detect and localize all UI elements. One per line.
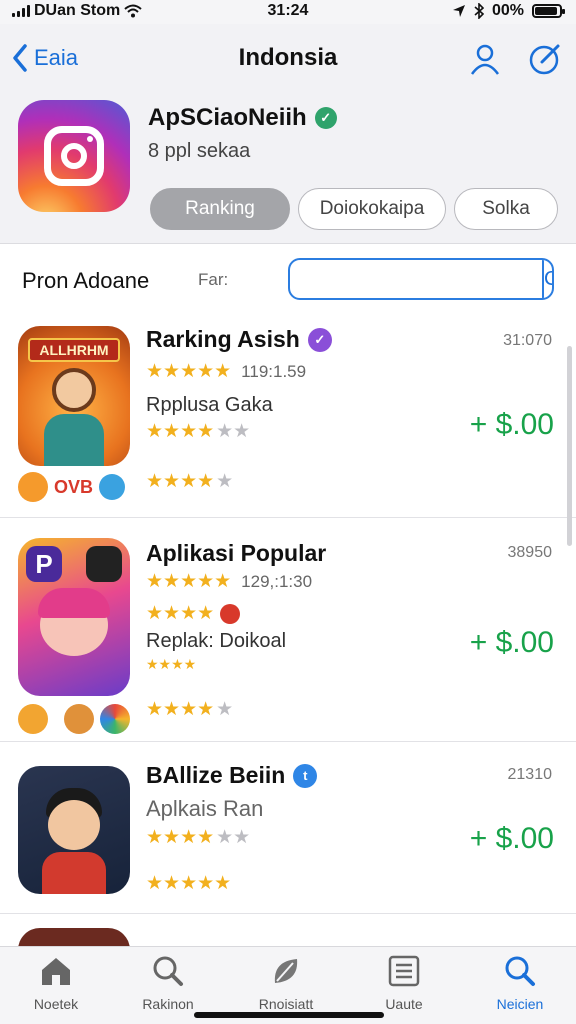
item-count: 21310 [507,766,553,783]
app-store-screen: DUan Stom 31:24 00% Eaia Indonsia ApSCia… [0,0,576,1024]
item-count: 38950 [507,544,553,561]
search-icon [505,956,535,986]
rating-stars: ★★★★ [146,656,197,672]
tab-label: Rakinon [142,996,194,1012]
verified-icon: ✓ [314,107,337,129]
filter-bar: Pron Adoane Far: Caпаmvlп [0,258,576,302]
rating-stars: ★★★★ [146,602,241,625]
rating-stars: ★★★★★ [146,699,234,720]
home-icon [42,958,70,985]
tab-doiokokaipa[interactable]: Doiokokaipa [298,188,446,230]
emoji-icon [100,704,130,734]
profile-icon[interactable] [468,42,502,76]
item-subtitle: Aplkais Ran [146,796,264,821]
tab-ranking[interactable]: Ranking [150,188,290,230]
item-title-text: Rarking Asish [146,326,300,352]
segment-tabs: Ranking Doiokokaipa Solka [150,188,558,230]
tab-label: Neicien [496,996,544,1012]
bluetooth-icon [474,3,484,19]
filter-input[interactable] [290,260,542,298]
list-item[interactable]: ALLHRHM OVB Rarking Asish ✓ 31:070 ★★★★★… [0,316,576,518]
emoji-row: OVB [18,472,126,502]
emoji-icon [18,704,48,734]
tab-label: Rnoisiatt [258,996,314,1012]
leaf-icon [274,959,298,983]
battery-percent: 00% [491,2,524,19]
item-subtitle: Replak: Doikoal [146,630,287,652]
verified-icon: ✓ [307,327,332,352]
compose-icon[interactable] [528,42,562,76]
app-header: Eaia Indonsia ApSCiaoNeiih ✓ 8 ppl sekaa… [0,24,576,244]
filter-label: Far: [198,270,229,289]
get-button[interactable]: + $.00 [470,626,554,660]
item-count: 31:070 [503,332,552,349]
grid-icon [388,955,420,987]
item-subtitle: Rpplusa Gaka [146,394,273,416]
tab-label: Noetek [33,996,79,1012]
tab-noetek[interactable]: Noetek [6,955,106,1012]
thumb-banner: ALLHRHM [28,338,120,362]
rating-stars: ★★★★★ 119:1.59 [146,361,307,382]
app-icon[interactable] [18,100,130,212]
rating-stars: ★★★★★ 129,:1:30 [146,571,313,592]
info-icon: t [293,763,318,788]
rating-stars: ★★★★★ [146,873,232,894]
item-title: BAllize Beiin t [146,762,318,789]
filter-button[interactable]: Caпаmvlп [542,260,552,298]
rating-stars: ★★★★★ [146,471,234,492]
item-title: Aplikasi Popular [146,540,327,566]
nav-actions [468,42,562,76]
app-thumbnail: ALLHRHM [18,326,130,466]
filter-field: Caпаmvlп [288,258,554,300]
emoji-icon [18,472,48,502]
app-subtitle: 8 ppl sekaa [148,140,251,162]
emoji-icon [99,474,126,500]
tab-solka[interactable]: Solka [454,188,558,230]
list-item[interactable]: BAllize Beiin t 21310 Aplkais Ran ★★★★ ★★… [0,742,576,914]
app-name: ApSCiaoNeiih ✓ [148,104,337,132]
rating-meta: 129,:1:30 [241,571,313,591]
get-button[interactable]: + $.00 [470,408,554,442]
section-title: Pron Adoane [22,268,150,293]
thumb-letter: P [26,546,62,582]
tab-rakinon[interactable]: Rakinon [118,955,218,1012]
tab-label: Uaute [385,996,423,1012]
list-item[interactable]: P Aplikasi Popular 38950 ★★★★★ 129,:1:30 … [0,518,576,742]
app-list: ALLHRHM OVB Rarking Asish ✓ 31:070 ★★★★★… [0,316,576,988]
status-bar: DUan Stom 31:24 00% [0,0,576,24]
app-thumbnail: P [18,538,130,696]
tab-neicien[interactable]: Neicien [470,955,570,1012]
item-title-text: BAllize Beiin [146,762,286,788]
app-thumbnail [18,766,130,894]
location-icon [452,5,465,17]
scrollbar[interactable] [567,346,572,546]
search-icon [153,956,183,986]
battery-icon [532,4,565,18]
home-indicator[interactable] [194,1012,384,1018]
get-button[interactable]: + $.00 [470,822,554,856]
chip-text: OVB [54,476,94,497]
tab-rnoisiatt[interactable]: Rnoisiatt [236,955,336,1012]
emoji-row [18,704,130,734]
status-right: 00% [452,2,565,20]
item-title: Rarking Asish ✓ [146,326,332,353]
nav-bar: Eaia Indonsia [0,38,576,82]
emoji-icon [64,704,94,734]
rating-stars: ★★★★ ★★ [146,827,251,848]
app-name-text: ApSCiaoNeiih [148,104,307,131]
rating-stars: ★★★★ ★★ [146,421,251,442]
tab-uaute[interactable]: Uaute [354,955,454,1012]
rating-meta: 119:1.59 [241,361,307,381]
